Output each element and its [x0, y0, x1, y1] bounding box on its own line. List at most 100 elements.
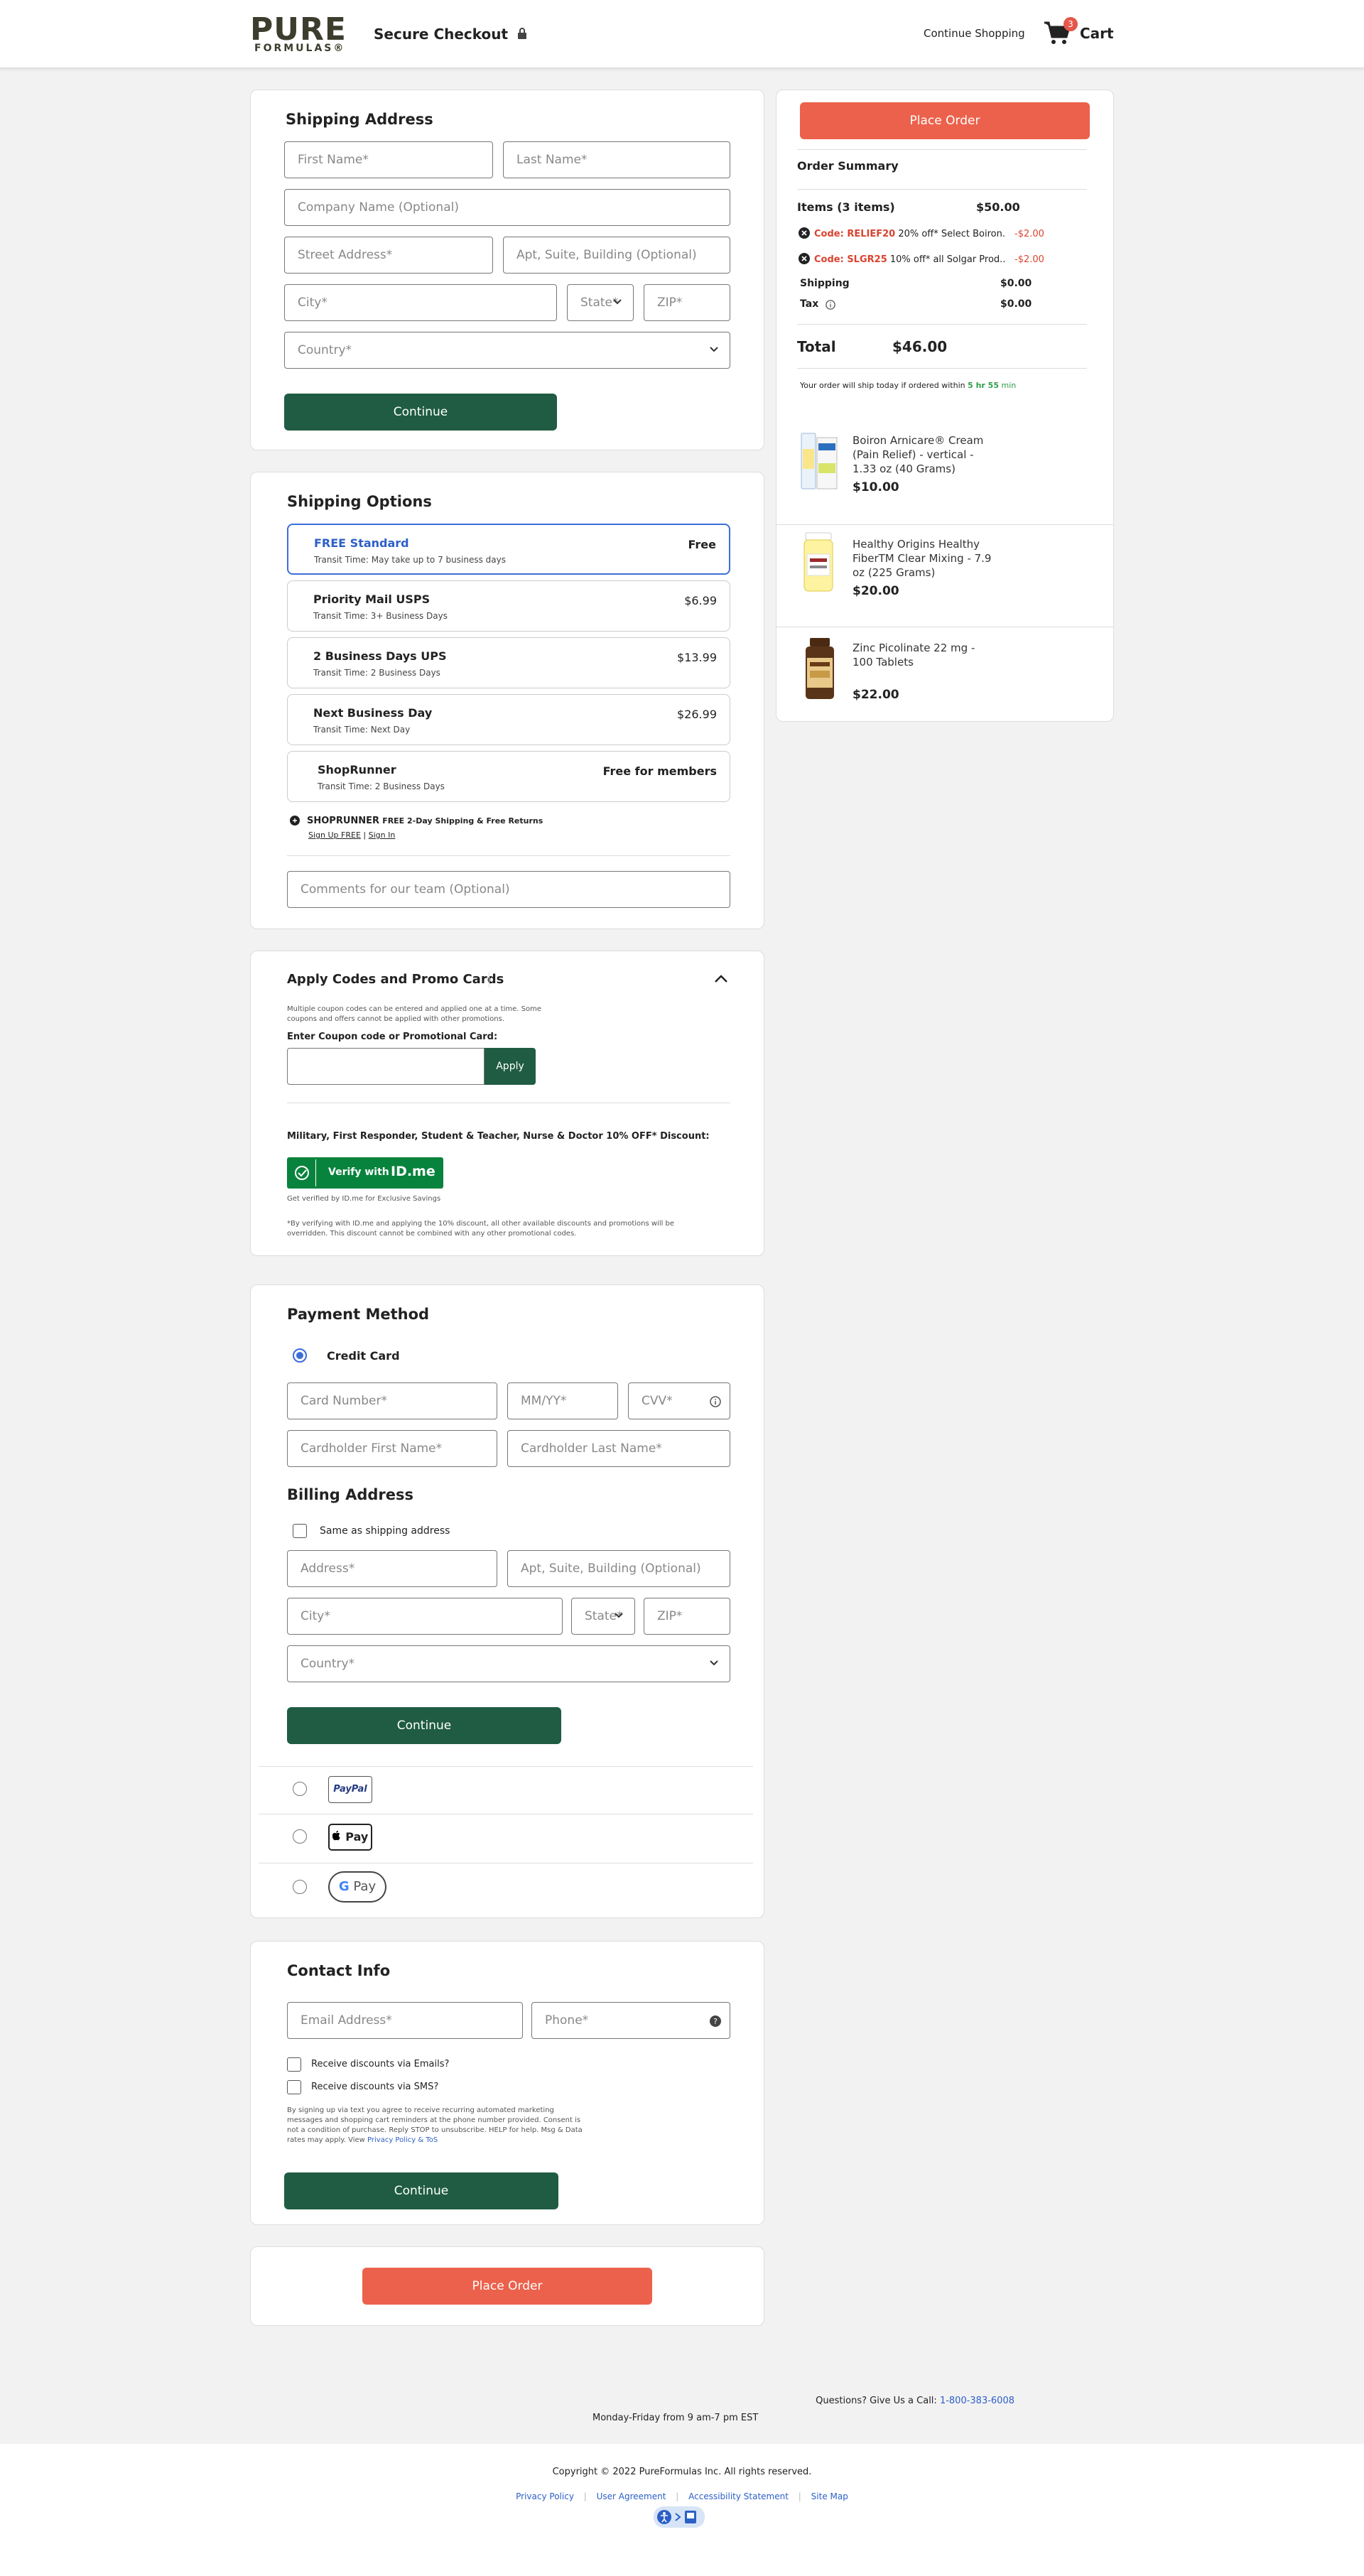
expiry-field[interactable]: MM/YY* — [507, 1382, 618, 1419]
help-icon[interactable]: ? — [710, 2015, 721, 2027]
shipping-option-name: Priority Mail USPS — [313, 592, 431, 606]
cart-label[interactable]: Cart — [1080, 25, 1114, 42]
coupon-input[interactable] — [287, 1048, 485, 1085]
applepay-badge[interactable]: Pay — [328, 1824, 372, 1851]
ship-countdown-unit: min — [1001, 381, 1017, 390]
email-discounts-label: Receive discounts via Emails? — [311, 2059, 450, 2069]
chevron-down-icon — [710, 347, 718, 352]
remove-code-icon[interactable] — [799, 253, 810, 264]
link-separator: | — [363, 830, 367, 840]
payment-title: Payment Method — [287, 1306, 430, 1323]
shipping-option-free-standard[interactable]: FREE Standard Transit Time: May take up … — [287, 524, 730, 575]
promo-note: Multiple coupon codes can be entered and… — [287, 1005, 541, 1023]
billing-apt-field[interactable]: Apt, Suite, Building (Optional) — [507, 1550, 730, 1587]
billing-zip-field[interactable]: ZIP* — [644, 1598, 730, 1635]
continue-shopping-link[interactable]: Continue Shopping — [924, 27, 1025, 40]
remove-code-icon[interactable] — [799, 227, 810, 239]
accessibility-statement-link[interactable]: Accessibility Statement — [688, 2491, 789, 2501]
military-discount-label: Military, First Responder, Student & Tea… — [287, 1131, 710, 1142]
billing-city-field[interactable]: City* — [287, 1598, 563, 1635]
svg-text:?: ? — [713, 2017, 718, 2026]
product-image[interactable] — [797, 428, 840, 492]
privacy-tos-link[interactable]: Privacy Policy & ToS — [367, 2136, 438, 2144]
googlepay-badge[interactable]: G Pay — [328, 1871, 386, 1903]
apply-button[interactable]: Apply — [485, 1048, 536, 1085]
info-icon[interactable] — [710, 1396, 721, 1407]
contact-info-title: Contact Info — [287, 1962, 391, 1979]
billing-address-field[interactable]: Address* — [287, 1550, 497, 1587]
shoprunner-signin-link[interactable]: Sign In — [369, 830, 396, 840]
page-title: Secure Checkout — [374, 26, 527, 43]
phone-field[interactable]: Phone* ? — [531, 2002, 730, 2039]
info-icon[interactable] — [826, 300, 835, 310]
shipping-options-title: Shipping Options — [287, 493, 432, 510]
same-as-shipping-checkbox[interactable] — [293, 1524, 307, 1538]
sms-discounts-checkbox[interactable] — [287, 2080, 301, 2094]
shipping-continue-button[interactable]: Continue — [284, 394, 557, 431]
user-agreement-link[interactable]: User Agreement — [597, 2491, 666, 2501]
shipping-label: Shipping — [800, 278, 850, 289]
paypal-badge[interactable]: PayPal — [328, 1776, 372, 1803]
shoprunner-signup-link[interactable]: Sign Up FREE — [308, 830, 361, 840]
shipping-option-priority-usps[interactable]: Priority Mail USPS Transit Time: 3+ Busi… — [287, 580, 730, 632]
footer-questions: Questions? Give Us a Call: 1-800-383-600… — [0, 2396, 1014, 2406]
cardholder-first-name-field[interactable]: Cardholder First Name* — [287, 1430, 497, 1467]
apt-field[interactable]: Apt, Suite, Building (Optional) — [503, 237, 730, 274]
shipping-option-2day-ups[interactable]: 2 Business Days UPS Transit Time: 2 Busi… — [287, 637, 730, 688]
paypal-radio[interactable] — [293, 1782, 307, 1796]
place-order-bottom-button[interactable]: Place Order — [362, 2268, 652, 2305]
credit-card-label: Credit Card — [327, 1349, 400, 1363]
street-address-field[interactable]: Street Address* — [284, 237, 493, 274]
apple-icon — [332, 1830, 340, 1841]
contact-continue-button[interactable]: Continue — [284, 2172, 558, 2209]
product-divider — [776, 524, 1114, 525]
total-label: Total — [797, 338, 836, 355]
zip-field[interactable]: ZIP* — [644, 284, 730, 321]
company-field[interactable]: Company Name (Optional) — [284, 189, 730, 226]
shipping-option-next-day[interactable]: Next Business Day Transit Time: Next Day… — [287, 694, 730, 745]
last-name-field[interactable]: Last Name* — [503, 141, 730, 178]
cardholder-last-name-field[interactable]: Cardholder Last Name* — [507, 1430, 730, 1467]
shipping-option-price: $6.99 — [684, 594, 717, 607]
product-name[interactable]: Boiron Arnicare® Cream (Pain Relief) - v… — [852, 433, 995, 476]
shipping-option-transit: Transit Time: 2 Business Days — [318, 781, 445, 791]
city-field[interactable]: City* — [284, 284, 557, 321]
billing-country-label: Country* — [301, 1657, 355, 1671]
paypal-logo: PayPal — [333, 1784, 367, 1795]
card-number-field[interactable]: Card Number* — [287, 1382, 497, 1419]
phone-field-label: Phone* — [545, 2013, 589, 2028]
product-image[interactable] — [799, 637, 841, 700]
payment-continue-button[interactable]: Continue — [287, 1707, 561, 1744]
billing-state-select[interactable]: State* — [571, 1598, 635, 1635]
shipping-option-shoprunner[interactable]: ShopRunner Transit Time: 2 Business Days… — [287, 751, 730, 802]
email-discounts-checkbox[interactable] — [287, 2057, 301, 2072]
product-image[interactable] — [797, 530, 840, 594]
accessibility-icon[interactable] — [654, 2506, 705, 2528]
email-field[interactable]: Email Address* — [287, 2002, 523, 2039]
credit-card-radio[interactable] — [293, 1348, 307, 1363]
footer-phone-link[interactable]: 1-800-383-6008 — [940, 2396, 1014, 2406]
promo-title: Apply Codes and Promo Cards — [287, 972, 504, 987]
first-name-field[interactable]: First Name* — [284, 141, 493, 178]
logo[interactable]: PURE — [250, 14, 347, 45]
privacy-policy-link[interactable]: Privacy Policy — [516, 2491, 574, 2501]
site-map-link[interactable]: Site Map — [811, 2491, 848, 2501]
applepay-radio[interactable] — [293, 1829, 307, 1844]
chevron-up-icon[interactable] — [713, 973, 729, 985]
items-value: $50.00 — [976, 200, 1020, 214]
cvv-field[interactable]: CVV* — [628, 1382, 730, 1419]
shipping-option-name: 2 Business Days UPS — [313, 649, 447, 663]
shipping-option-price: Free — [688, 538, 717, 551]
country-select[interactable]: Country* — [284, 332, 730, 369]
comments-field[interactable]: Comments for our team (Optional) — [287, 871, 730, 908]
idme-verify-button[interactable]: Verify with ID.me — [287, 1157, 443, 1189]
shipping-value: $0.00 — [1000, 278, 1032, 289]
googlepay-radio[interactable] — [293, 1880, 307, 1894]
place-order-button[interactable]: Place Order — [800, 102, 1090, 139]
state-select[interactable]: State* — [567, 284, 634, 321]
product-name[interactable]: Zinc Picolinate 22 mg - 100 Tablets — [852, 641, 995, 669]
billing-country-select[interactable]: Country* — [287, 1645, 730, 1682]
section-divider — [287, 855, 730, 856]
shipping-option-price: Free for members — [602, 764, 717, 778]
product-name[interactable]: Healthy Origins Healthy FiberTM Clear Mi… — [852, 537, 995, 580]
